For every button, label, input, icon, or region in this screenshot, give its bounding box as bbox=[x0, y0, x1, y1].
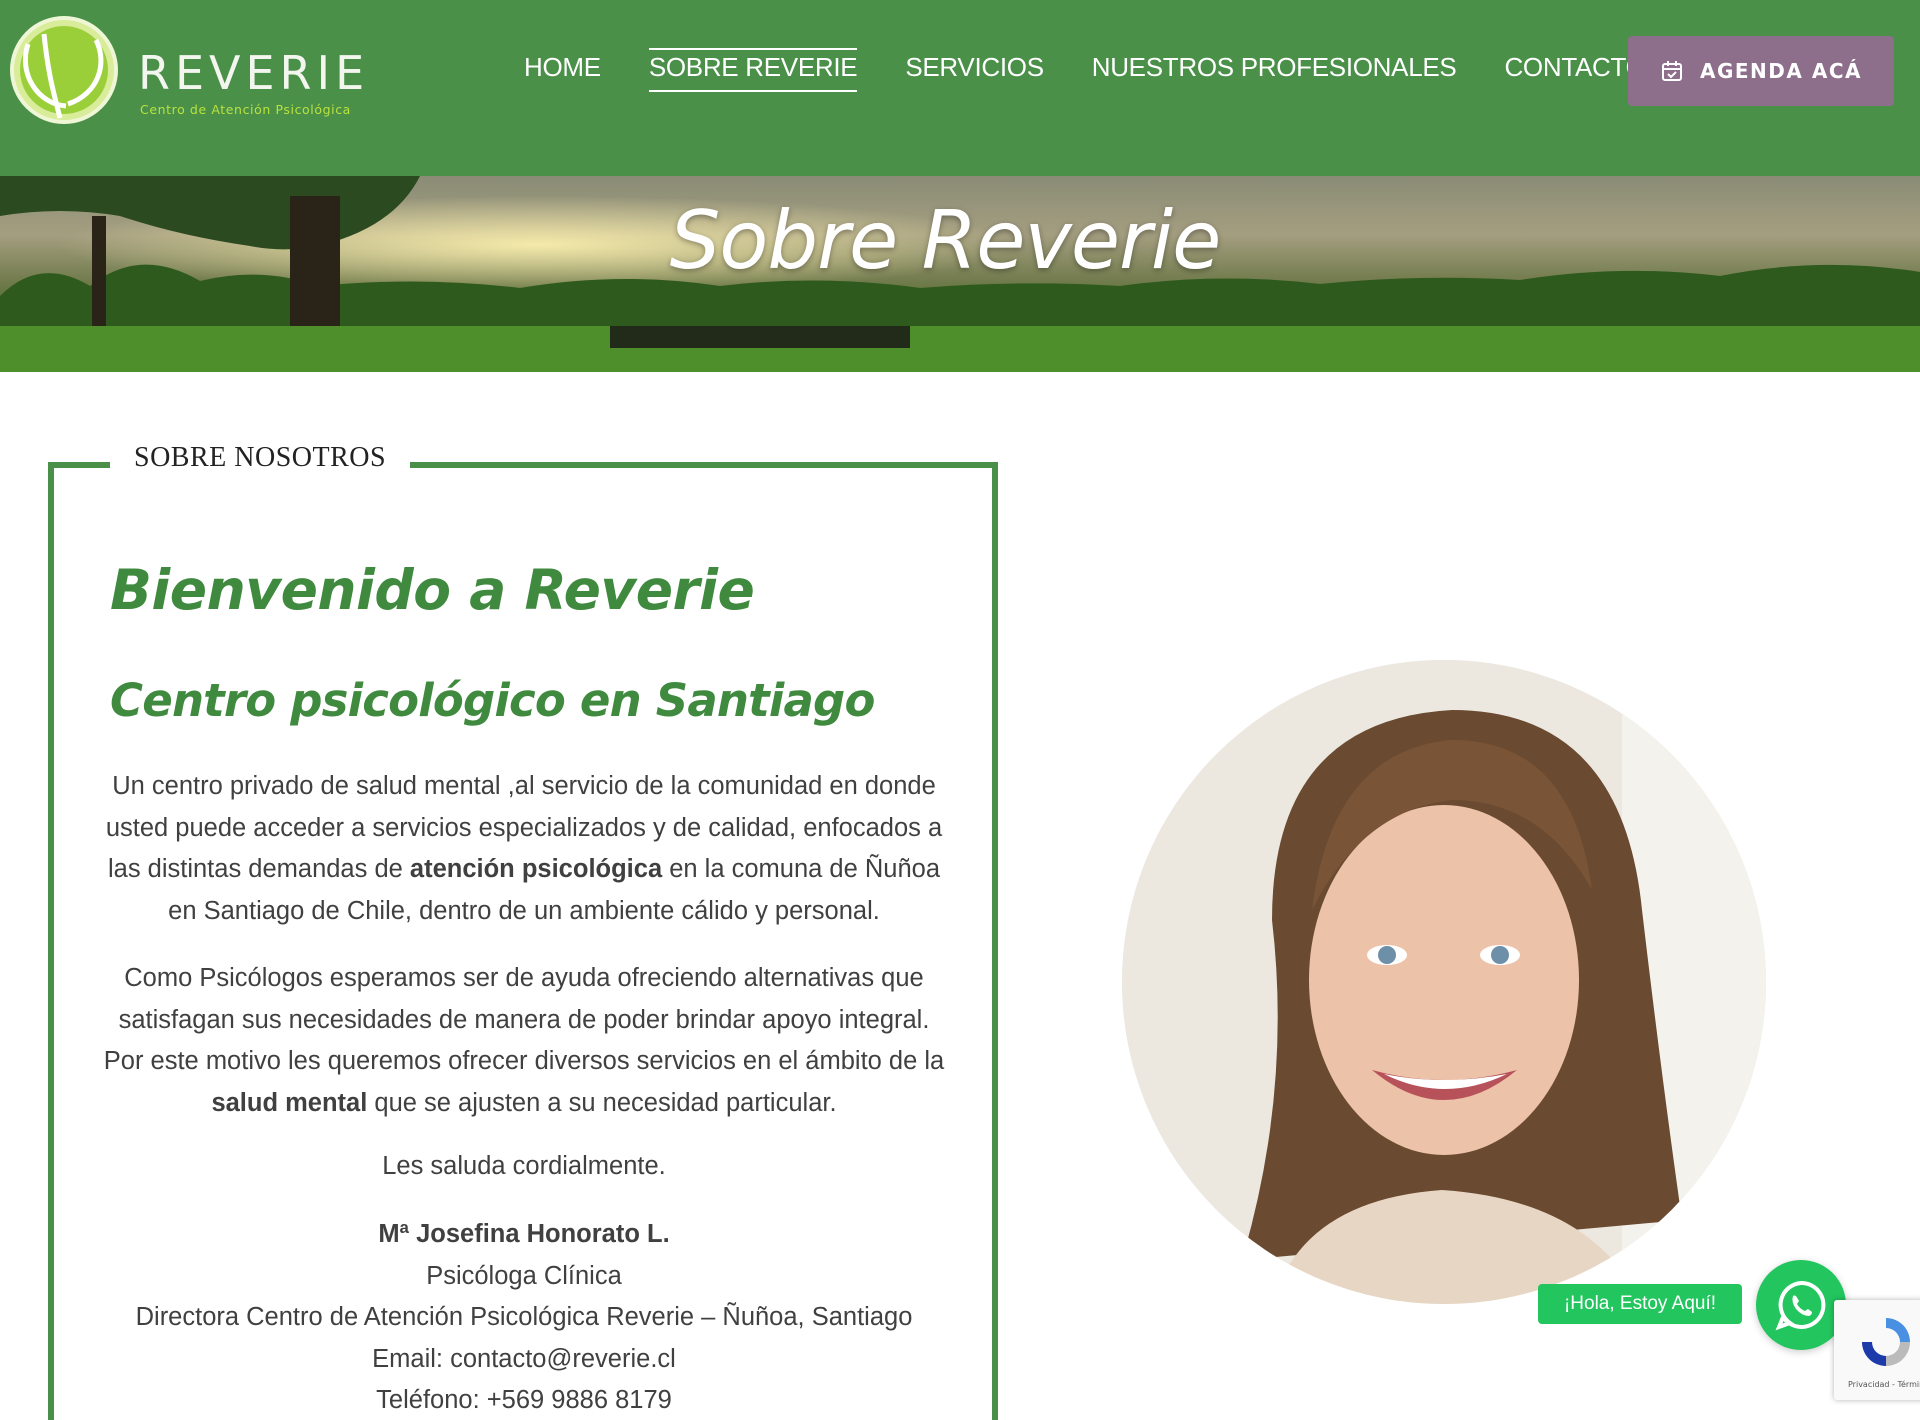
calendar-check-icon bbox=[1662, 61, 1682, 81]
director-portrait bbox=[1122, 660, 1766, 1304]
signature-position: Directora Centro de Atención Psicológica… bbox=[135, 1303, 913, 1331]
nav-home[interactable]: HOME bbox=[524, 52, 601, 92]
signature-block: Mª Josefina Honorato L. Psicóloga Clínic… bbox=[100, 1214, 948, 1420]
mission-text-b: que se ajusten a su necesidad particular… bbox=[367, 1088, 837, 1117]
whatsapp-icon bbox=[1775, 1280, 1826, 1331]
signature-name: Mª Josefina Honorato L. bbox=[378, 1220, 670, 1248]
agenda-button-label: AGENDA ACÁ bbox=[1700, 59, 1862, 83]
mission-paragraph: Como Psicólogos esperamos ser de ayuda o… bbox=[100, 958, 948, 1124]
brand-tagline: Centro de Atención Psicológica bbox=[140, 102, 351, 117]
site-header: REVERIE Centro de Atención Psicológica H… bbox=[0, 0, 1920, 176]
logo[interactable]: REVERIE Centro de Atención Psicológica bbox=[8, 14, 364, 128]
hero-title: Sobre Reverie bbox=[669, 194, 1222, 287]
section-legend: SOBRE NOSOTROS bbox=[110, 442, 411, 474]
nav-nuestros-profesionales[interactable]: NUESTROS PROFESIONALES bbox=[1092, 52, 1457, 92]
nav-servicios[interactable]: SERVICIOS bbox=[905, 52, 1044, 92]
hero-banner: Sobre Reverie bbox=[0, 176, 1920, 372]
signature-role: Psicóloga Clínica bbox=[426, 1261, 622, 1290]
mission-bold: salud mental bbox=[211, 1088, 368, 1117]
signature-phone[interactable]: Teléfono: +569 9886 8179 bbox=[100, 1380, 948, 1420]
main-nav: HOME SOBRE REVERIE SERVICIOS NUESTROS PR… bbox=[524, 48, 1694, 92]
recaptcha-badge[interactable]: Privacidad - Términos bbox=[1834, 1300, 1920, 1400]
greeting-text: Les saluda cordialmente. bbox=[382, 1152, 666, 1180]
recaptcha-icon bbox=[1862, 1318, 1910, 1366]
intro-paragraph: Un centro privado de salud mental ,al se… bbox=[100, 766, 948, 932]
subheading: Centro psicológico en Santiago bbox=[110, 674, 875, 727]
mission-text-a: Como Psicólogos esperamos ser de ayuda o… bbox=[103, 964, 945, 1075]
signature-email[interactable]: Email: contacto@reverie.cl bbox=[100, 1339, 948, 1381]
logo-mark-icon bbox=[10, 16, 118, 124]
whatsapp-greeting[interactable]: ¡Hola, Estoy Aquí! bbox=[1538, 1284, 1742, 1324]
nav-contacto[interactable]: CONTACTO bbox=[1504, 52, 1645, 92]
portrait-image bbox=[1122, 660, 1766, 1304]
recaptcha-links[interactable]: Privacidad - Términos bbox=[1848, 1380, 1920, 1389]
whatsapp-button[interactable] bbox=[1756, 1260, 1846, 1350]
agenda-button[interactable]: AGENDA ACÁ bbox=[1628, 36, 1894, 106]
about-section: SOBRE NOSOTROS Bienvenido a Reverie Cent… bbox=[48, 442, 998, 1420]
nav-sobre-reverie[interactable]: SOBRE REVERIE bbox=[648, 48, 858, 92]
intro-bold: atención psicológica bbox=[409, 855, 663, 883]
welcome-heading: Bienvenido a Reverie bbox=[110, 558, 755, 622]
brand-name: REVERIE bbox=[138, 46, 370, 100]
